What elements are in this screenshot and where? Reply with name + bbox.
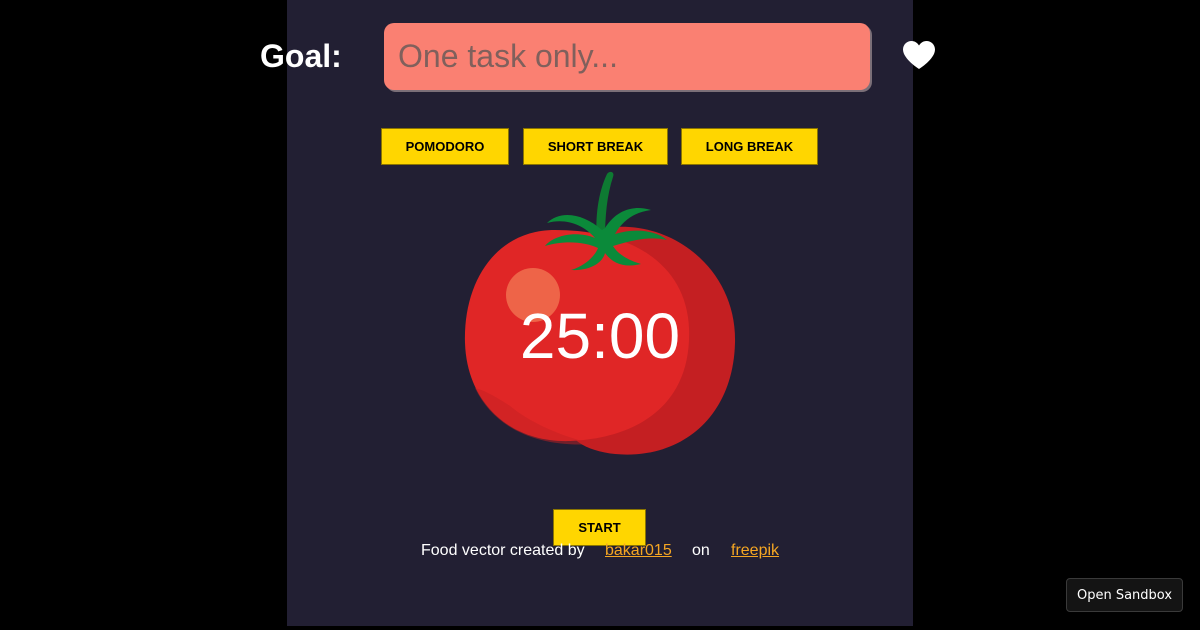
author-link[interactable]: bakar015 [605, 541, 672, 561]
pomodoro-button[interactable]: POMODORO [382, 129, 508, 164]
attribution-text: Food vector created by [421, 542, 585, 559]
goal-label: Goal: [260, 38, 342, 74]
goal-input[interactable] [384, 23, 870, 90]
heart-icon[interactable] [902, 40, 936, 70]
long-break-button[interactable]: LONG BREAK [682, 129, 817, 164]
freepik-link[interactable]: freepik [731, 541, 779, 561]
attribution-on-text: on [692, 542, 710, 559]
short-break-button[interactable]: SHORT BREAK [524, 129, 667, 164]
start-button[interactable]: START [554, 510, 645, 545]
timer-display: 25:00 [519, 300, 681, 372]
page: Goal: POMODORO SHORT BREAK LONG BREAK 25… [0, 0, 1200, 630]
open-sandbox-button[interactable]: Open Sandbox [1066, 578, 1183, 612]
